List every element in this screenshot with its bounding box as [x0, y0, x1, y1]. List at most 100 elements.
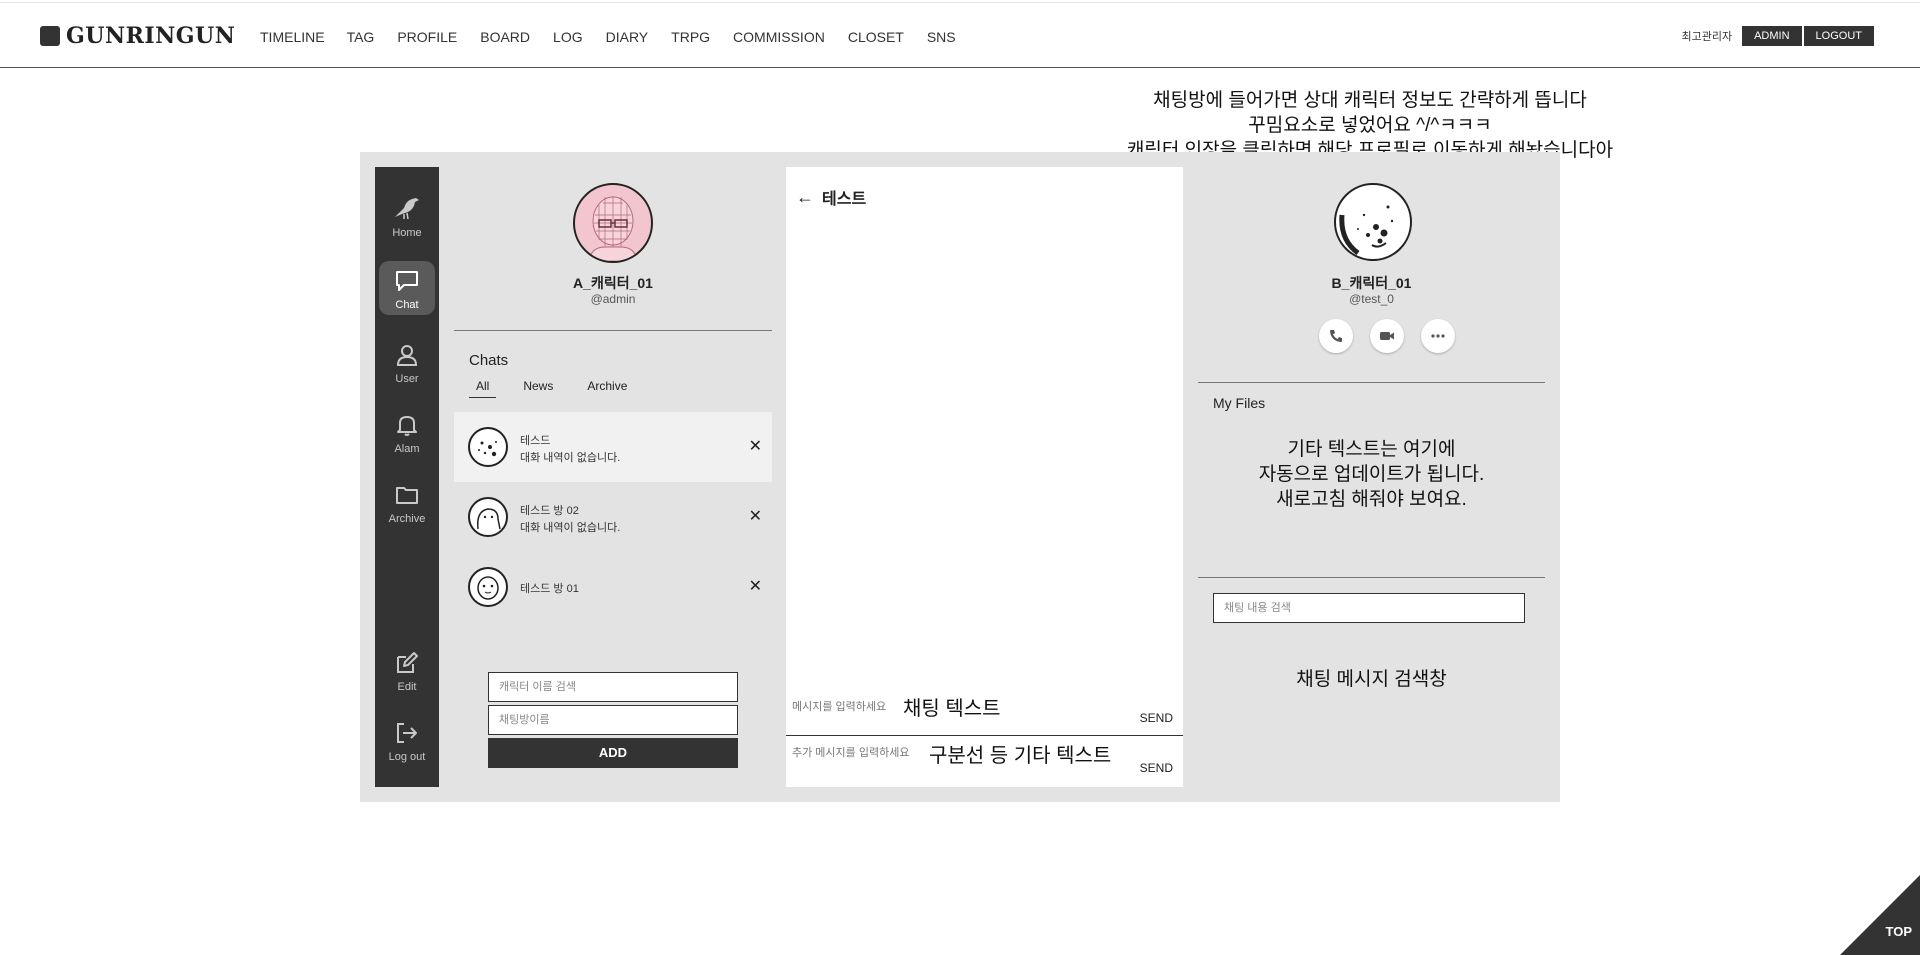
sidebar-item-user[interactable]: User	[379, 335, 435, 389]
nav-log[interactable]: LOG	[553, 29, 583, 45]
logo-square-icon	[40, 26, 60, 46]
close-icon[interactable]: ✕	[749, 506, 762, 526]
my-character-handle: @admin	[590, 292, 636, 306]
add-room-button[interactable]: ADD	[488, 738, 738, 768]
annotation-line: 꾸밈요소로 넣었어요 ^/^ㅋㅋㅋ	[1248, 115, 1492, 136]
nav-profile[interactable]: PROFILE	[397, 29, 457, 45]
phone-icon	[1330, 330, 1342, 342]
chat-list-item[interactable]: 테스드 방 02 대화 내역이 없습니다. ✕	[454, 482, 772, 552]
divider	[786, 735, 1183, 736]
folder-icon	[396, 487, 418, 504]
sidebar-item-home[interactable]: Home	[379, 187, 435, 241]
nav-closet[interactable]: CLOSET	[848, 29, 904, 45]
app-sidebar: Home Chat User Alam Archive Edit Log out	[375, 167, 439, 787]
tab-all[interactable]: All	[469, 379, 497, 398]
divider	[454, 330, 772, 331]
call-button[interactable]	[1319, 319, 1353, 353]
video-call-button[interactable]	[1370, 319, 1404, 353]
chat-last-message: 대화 내역이 없습니다.	[520, 452, 621, 464]
search-annotation: 채팅 메시지 검색창	[1296, 669, 1447, 690]
chat-room-name: 테스드 방 02	[520, 505, 579, 517]
divider-text-annotation: 구분선 등 기타 텍스트	[929, 745, 1112, 767]
logout-button[interactable]: LOGOUT	[1803, 26, 1874, 46]
my-files-title: My Files	[1213, 395, 1266, 411]
chat-text-annotation: 채팅 텍스트	[903, 698, 1001, 720]
chat-list-item[interactable]: 테스드 방 01 ✕	[454, 552, 772, 622]
chat-room-title: 테스트	[822, 191, 867, 208]
top-navigation-bar: GUNRINGUN TIMELINE TAG PROFILE BOARD LOG…	[0, 2, 1920, 68]
partner-avatar[interactable]	[1334, 183, 1412, 261]
back-arrow-icon[interactable]: ←	[796, 187, 814, 208]
character-portrait-icon	[1339, 188, 1407, 256]
nav-commission[interactable]: COMMISSION	[733, 29, 825, 45]
room-name-input[interactable]: 채팅방이름	[488, 705, 738, 735]
sidebar-label: Archive	[388, 513, 426, 525]
more-options-button[interactable]	[1421, 319, 1455, 353]
send-button[interactable]: SEND	[1140, 711, 1173, 725]
chat-avatar	[468, 497, 508, 537]
my-avatar[interactable]	[573, 183, 653, 263]
sidebar-item-alarm[interactable]: Alam	[379, 405, 435, 459]
nav-diary[interactable]: DIARY	[606, 29, 649, 45]
chat-room-name: 테스드	[520, 435, 551, 447]
annotation-line: 기타 텍스트는 여기에	[1287, 439, 1456, 460]
user-icon	[396, 345, 418, 366]
header-account-area: 최고관리자 ADMIN LOGOUT	[1681, 26, 1874, 46]
nav-board[interactable]: BOARD	[480, 29, 530, 45]
message-input[interactable]: 메시지를 입력하세요	[792, 698, 886, 714]
sidebar-item-logout[interactable]: Log out	[379, 713, 435, 767]
character-search-input[interactable]: 캐릭터 이름 검색	[488, 672, 738, 702]
extra-message-input[interactable]: 추가 메시지를 입력하세요	[792, 744, 909, 760]
chat-bubble-icon	[396, 271, 418, 291]
nav-timeline[interactable]: TIMELINE	[260, 29, 325, 45]
partner-character-name: B_캐릭터_01	[1331, 275, 1412, 291]
extra-message-input-row[interactable]: 추가 메시지를 입력하세요 구분선 등 기타 텍스트 SEND	[786, 737, 1183, 787]
sidebar-item-archive[interactable]: Archive	[379, 475, 435, 529]
sidebar-label: Edit	[397, 681, 417, 693]
chat-avatar	[468, 427, 508, 467]
sidebar-item-chat[interactable]: Chat	[379, 261, 435, 315]
files-annotation: 기타 텍스트는 여기에 자동으로 업데이트가 됩니다. 새로고침 해줘야 보여요…	[1198, 437, 1545, 512]
edit-icon	[397, 652, 418, 673]
divider	[1198, 577, 1545, 578]
sidebar-label: User	[395, 373, 419, 385]
video-camera-icon	[1380, 332, 1394, 340]
scroll-top-button[interactable]: TOP	[1840, 875, 1920, 955]
chat-last-message: 대화 내역이 없습니다.	[520, 522, 621, 534]
logout-icon	[397, 723, 417, 743]
annotation-line: 자동으로 업데이트가 됩니다.	[1258, 464, 1485, 485]
tab-archive[interactable]: Archive	[580, 379, 634, 398]
admin-button[interactable]: ADMIN	[1742, 26, 1802, 46]
chat-panel: ← 테스트 메시지를 입력하세요 채팅 텍스트 SEND 추가 메시지를 입력하…	[786, 167, 1183, 787]
more-dots-icon	[1431, 334, 1445, 338]
partner-info-panel: B_캐릭터_01 @test_0 My Files 기타 텍스트는 여기에 자동…	[1198, 167, 1545, 787]
close-icon[interactable]: ✕	[749, 576, 762, 596]
bell-icon	[397, 416, 417, 436]
chats-title: Chats	[469, 352, 509, 369]
send-button[interactable]: SEND	[1140, 761, 1173, 775]
character-portrait-icon	[588, 196, 638, 261]
nav-tag[interactable]: TAG	[347, 29, 375, 45]
annotation-line: 새로고침 해줘야 보여요.	[1276, 489, 1467, 510]
message-input-row[interactable]: 메시지를 입력하세요 채팅 텍스트 SEND	[786, 687, 1183, 737]
sidebar-label: Chat	[395, 299, 419, 311]
sidebar-item-edit[interactable]: Edit	[379, 643, 435, 697]
top-triangle-shape	[1840, 875, 1920, 955]
site-logo[interactable]: GUNRINGUN	[40, 23, 235, 49]
tab-news[interactable]: News	[516, 379, 560, 398]
chat-content-search-input[interactable]: 채팅 내용 검색	[1213, 593, 1525, 623]
top-label[interactable]: TOP	[1886, 924, 1913, 939]
nav-sns[interactable]: SNS	[927, 29, 956, 45]
annotation-line: 채팅방에 들어가면 상대 캐릭터 정보도 간략하게 뜹니다	[1153, 90, 1587, 111]
chat-list-item[interactable]: 테스드 대화 내역이 없습니다. ✕	[454, 412, 772, 482]
chat-header: ← 테스트	[796, 185, 866, 209]
chat-mockup-frame: Home Chat User Alam Archive Edit Log out…	[360, 152, 1560, 802]
nav-trpg[interactable]: TRPG	[671, 29, 710, 45]
sidebar-label: Home	[392, 227, 422, 239]
chat-filter-tabs: All News Archive	[469, 379, 654, 398]
close-icon[interactable]: ✕	[749, 436, 762, 456]
admin-label: 최고관리자	[1681, 31, 1733, 43]
chat-room-name: 테스드 방 01	[520, 583, 579, 595]
sidebar-label: Alam	[394, 443, 420, 455]
character-portrait-icon	[478, 441, 497, 457]
